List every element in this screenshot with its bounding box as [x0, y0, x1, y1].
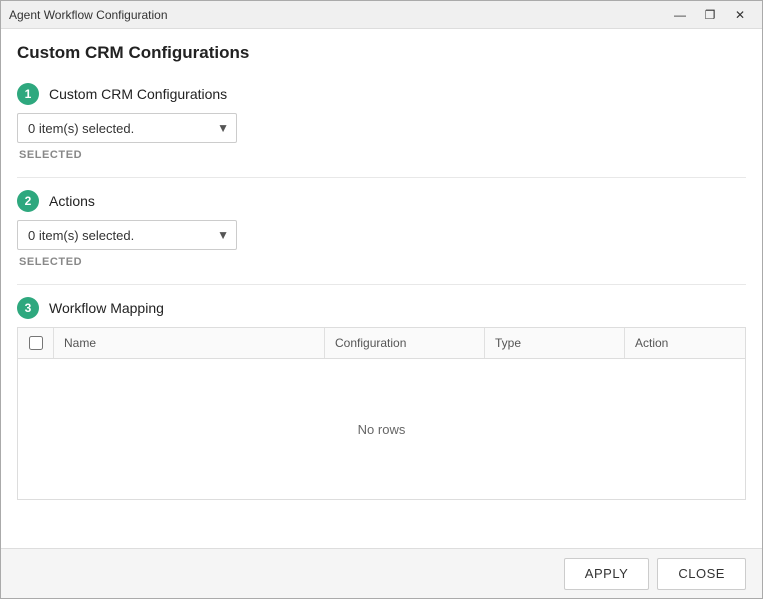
- main-area: 1 Custom CRM Configurations 0 item(s) se…: [1, 73, 762, 548]
- maximize-button[interactable]: ❐: [696, 4, 724, 26]
- crm-section: 1 Custom CRM Configurations 0 item(s) se…: [17, 83, 746, 161]
- crm-selected-label: SELECTED: [17, 149, 746, 161]
- actions-section-title: Actions: [49, 193, 95, 209]
- title-bar-controls: — ❐ ✕: [666, 4, 754, 26]
- actions-selected-label: SELECTED: [17, 256, 746, 268]
- content-area[interactable]: 1 Custom CRM Configurations 0 item(s) se…: [1, 73, 762, 548]
- actions-dropdown[interactable]: 0 item(s) selected.: [17, 220, 237, 250]
- header-checkbox-cell: [18, 328, 54, 358]
- crm-section-header: 1 Custom CRM Configurations: [17, 83, 746, 105]
- col-name: Name: [54, 328, 325, 358]
- crm-dropdown-wrapper: 0 item(s) selected. ▼: [17, 113, 237, 143]
- window-close-button[interactable]: ✕: [726, 4, 754, 26]
- workflow-table: Name Configuration Type Action: [17, 327, 746, 500]
- divider-1: [17, 177, 746, 178]
- table-header: Name Configuration Type Action: [18, 328, 745, 359]
- actions-section-header: 2 Actions: [17, 190, 746, 212]
- select-all-checkbox[interactable]: [29, 336, 43, 350]
- page-title: Custom CRM Configurations: [1, 29, 762, 73]
- footer-bar: APPLY CLOSE: [1, 548, 762, 598]
- actions-dropdown-wrapper: 0 item(s) selected. ▼: [17, 220, 237, 250]
- window-content: Custom CRM Configurations 1 Custom CRM C…: [1, 29, 762, 598]
- apply-button[interactable]: APPLY: [564, 558, 650, 590]
- actions-section: 2 Actions 0 item(s) selected. ▼ SELECTED: [17, 190, 746, 268]
- main-window: Agent Workflow Configuration — ❐ ✕ Custo…: [0, 0, 763, 599]
- workflow-section-header: 3 Workflow Mapping: [17, 297, 746, 319]
- workflow-section-title: Workflow Mapping: [49, 300, 164, 316]
- col-configuration: Configuration: [325, 328, 485, 358]
- title-bar: Agent Workflow Configuration — ❐ ✕: [1, 1, 762, 29]
- crm-dropdown[interactable]: 0 item(s) selected.: [17, 113, 237, 143]
- workflow-section: 3 Workflow Mapping Name: [17, 297, 746, 500]
- no-rows-message: No rows: [358, 422, 406, 437]
- actions-step-badge: 2: [17, 190, 39, 212]
- close-button[interactable]: CLOSE: [657, 558, 746, 590]
- crm-section-title: Custom CRM Configurations: [49, 86, 227, 102]
- table-body: No rows: [18, 359, 745, 499]
- minimize-button[interactable]: —: [666, 4, 694, 26]
- workflow-step-badge: 3: [17, 297, 39, 319]
- crm-step-badge: 1: [17, 83, 39, 105]
- title-bar-text: Agent Workflow Configuration: [9, 8, 666, 22]
- col-action: Action: [625, 328, 745, 358]
- col-type: Type: [485, 328, 625, 358]
- divider-2: [17, 284, 746, 285]
